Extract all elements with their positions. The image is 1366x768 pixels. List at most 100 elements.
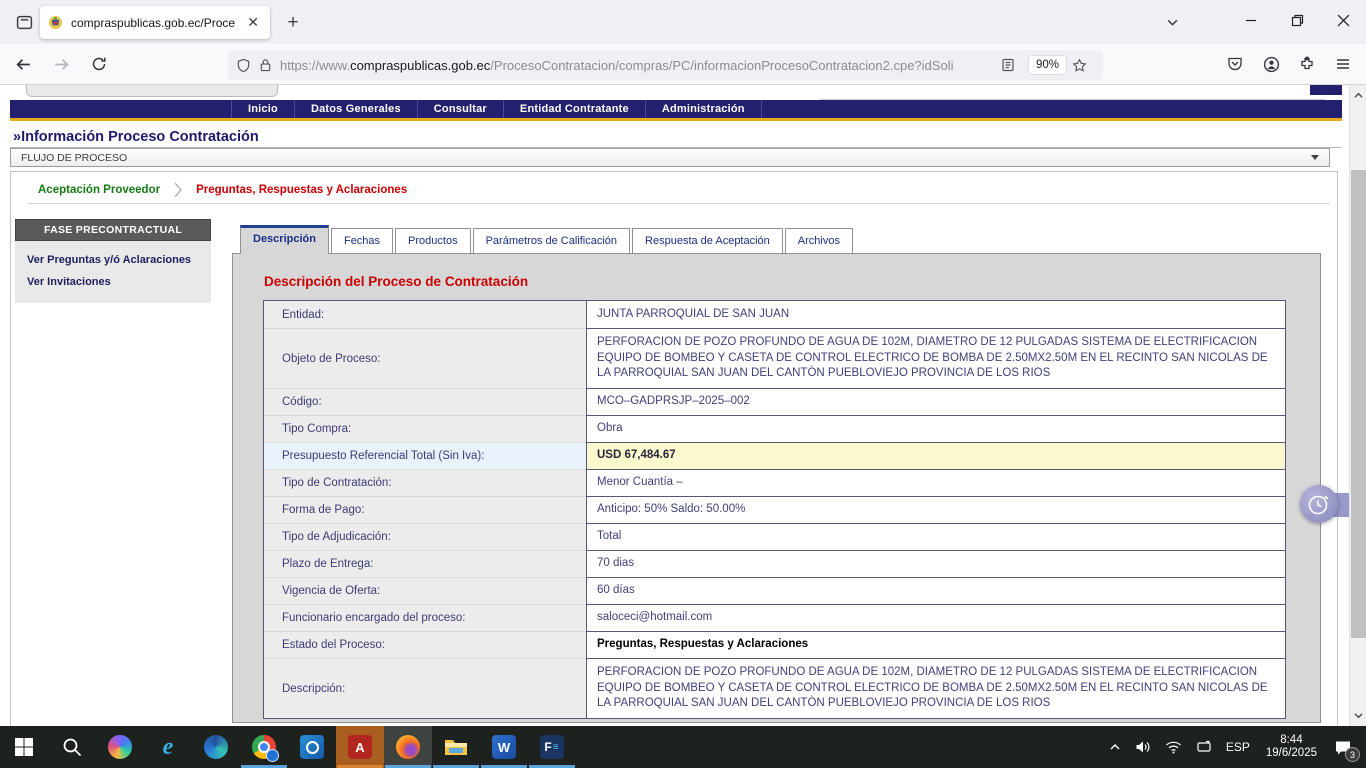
sidebar-item[interactable]: Ver Invitaciones — [15, 271, 211, 293]
browser-tabstrip: compraspublicas.gob.ec/Proce ✕ + — [0, 0, 1366, 44]
address-bar[interactable]: https://www.compraspublicas.gob.ec/Proce… — [228, 50, 1103, 80]
outlook-taskbar-icon[interactable] — [288, 726, 336, 768]
pocket-icon[interactable] — [1220, 49, 1250, 79]
volume-icon[interactable] — [1128, 726, 1158, 768]
site-nav-bar: InicioDatos GeneralesConsultarEntidad Co… — [10, 100, 1342, 121]
field-value: Menor Cuantía – — [586, 469, 1285, 496]
nav-item-entidad-contratante[interactable]: Entidad Contratante — [504, 100, 646, 118]
tab-respuesta-de-aceptación[interactable]: Respuesta de Aceptación — [632, 228, 783, 254]
field-value: JUNTA PARROQUIAL DE SAN JUAN — [586, 301, 1285, 328]
table-row: Descripción: PERFORACION DE POZO PROFUND… — [264, 658, 1285, 718]
breadcrumb-step-aceptacion[interactable]: Aceptación Proveedor — [38, 184, 160, 196]
tray-date: 19/6/2025 — [1266, 747, 1317, 760]
search-taskbar-icon[interactable] — [48, 726, 96, 768]
tab-fechas[interactable]: Fechas — [331, 228, 393, 254]
minimize-button[interactable] — [1228, 0, 1274, 40]
wifi-icon[interactable] — [1158, 726, 1189, 768]
tab-productos[interactable]: Productos — [395, 228, 471, 254]
windows-taskbar: e 👤 A WF≡ ESP 8:44 19/6/2025 3 — [0, 726, 1366, 768]
sidebar-item[interactable]: Ver Preguntas y/ó Aclaraciones — [15, 249, 211, 271]
lock-icon[interactable] — [259, 58, 272, 72]
menu-hamburger-icon[interactable] — [1328, 49, 1358, 79]
flujo-de-proceso-select[interactable]: FLUJO DE PROCESO — [10, 148, 1330, 167]
copilot-taskbar-icon[interactable] — [96, 726, 144, 768]
zoom-level-chip[interactable]: 90% — [1029, 56, 1066, 74]
table-row: Forma de Pago: Anticipo: 50% Saldo: 50.0… — [264, 496, 1285, 523]
tab-archivos[interactable]: Archivos — [785, 228, 853, 254]
tray-clock[interactable]: 8:44 19/6/2025 — [1257, 726, 1326, 768]
table-row: Presupuesto Referencial Total (Sin Iva):… — [264, 442, 1285, 469]
window-controls — [1228, 0, 1366, 40]
restore-button[interactable] — [1274, 0, 1320, 40]
firefox-taskbar-icon[interactable] — [384, 726, 432, 768]
internet-explorer-taskbar-icon[interactable]: e — [144, 726, 192, 768]
field-label: Plazo de Entrega: — [264, 550, 586, 577]
bookmark-star-icon[interactable] — [1072, 58, 1087, 73]
browser-toolbar: https://www.compraspublicas.gob.ec/Proce… — [0, 44, 1366, 85]
flujo-select-value: FLUJO DE PROCESO — [21, 152, 127, 164]
chrome-taskbar-icon[interactable]: 👤 — [240, 726, 288, 768]
clock-flame-icon[interactable] — [1300, 485, 1338, 523]
field-label: Código: — [264, 388, 586, 415]
table-row: Tipo Compra: Obra — [264, 415, 1285, 442]
breadcrumb-chevron-icon — [172, 182, 184, 198]
firefox-view-icon[interactable] — [9, 7, 39, 37]
acrobat-taskbar-icon[interactable]: A — [336, 726, 384, 768]
tab-close-icon[interactable]: ✕ — [244, 14, 262, 31]
reader-mode-icon[interactable] — [1001, 58, 1015, 72]
cast-display-icon[interactable] — [1189, 726, 1219, 768]
f-app-taskbar-icon[interactable]: F≡ — [528, 726, 576, 768]
tab-descripción[interactable]: Descripción — [240, 225, 329, 254]
table-row: Plazo de Entrega: 70 dias — [264, 550, 1285, 577]
table-row: Estado del Proceso: Preguntas, Respuesta… — [264, 631, 1285, 658]
breadcrumb: Aceptación Proveedor Preguntas, Respuest… — [38, 179, 407, 201]
field-value: Preguntas, Respuestas y Aclaraciones — [586, 631, 1285, 658]
nav-item-consultar[interactable]: Consultar — [418, 100, 504, 118]
field-label: Tipo de Adjudicación: — [264, 523, 586, 550]
scroll-down-icon[interactable] — [1350, 707, 1366, 724]
account-icon[interactable] — [1256, 49, 1286, 79]
reload-icon[interactable] — [84, 49, 114, 79]
scroll-up-icon[interactable] — [1350, 87, 1366, 104]
browser-tab[interactable]: compraspublicas.gob.ec/Proce ✕ — [40, 6, 270, 39]
scrollbar-thumb[interactable] — [1351, 170, 1366, 638]
system-tray: ESP 8:44 19/6/2025 3 — [1102, 726, 1366, 768]
table-row: Tipo de Contratación: Menor Cuantía – — [264, 469, 1285, 496]
table-row: Entidad: JUNTA PARROQUIAL DE SAN JUAN — [264, 301, 1285, 328]
back-icon[interactable] — [8, 49, 38, 79]
tray-chevron-up-icon[interactable] — [1102, 726, 1128, 768]
field-label: Estado del Proceso: — [264, 631, 586, 658]
field-value: USD 67,484.67 — [586, 442, 1285, 469]
tab-parámetros-de-calificación[interactable]: Parámetros de Calificación — [473, 228, 630, 254]
list-all-tabs-icon[interactable] — [1158, 8, 1186, 36]
new-tab-button[interactable]: + — [280, 10, 306, 36]
nav-spacer — [10, 100, 232, 118]
site-favicon — [48, 15, 63, 30]
forward-icon[interactable] — [46, 49, 76, 79]
file-explorer-taskbar-icon[interactable] — [432, 726, 480, 768]
edge-taskbar-icon[interactable] — [192, 726, 240, 768]
field-value: Obra — [586, 415, 1285, 442]
breadcrumb-step-preguntas: Preguntas, Respuestas y Aclaraciones — [196, 184, 407, 196]
field-label: Tipo Compra: — [264, 415, 586, 442]
section-title: Descripción del Proceso de Contratación — [264, 274, 528, 289]
language-indicator[interactable]: ESP — [1219, 726, 1257, 768]
page-scrollbar[interactable] — [1349, 85, 1366, 726]
close-window-button[interactable] — [1320, 0, 1366, 40]
tab-content-panel: Descripción del Proceso de Contratación … — [232, 253, 1321, 723]
start-taskbar-icon[interactable] — [0, 726, 48, 768]
timer-extension-widget[interactable] — [1300, 485, 1349, 525]
notification-center-icon[interactable]: 3 — [1326, 726, 1366, 768]
page-title: »Información Proceso Contratación — [13, 129, 259, 145]
field-value: Total — [586, 523, 1285, 550]
tracking-shield-icon[interactable] — [236, 58, 251, 73]
nav-item-inicio[interactable]: Inicio — [232, 100, 295, 118]
url-text: https://www.compraspublicas.gob.ec/Proce… — [280, 58, 1001, 73]
tray-time: 8:44 — [1266, 734, 1317, 747]
field-label: Objeto de Proceso: — [264, 328, 586, 388]
nav-item-datos-generales[interactable]: Datos Generales — [295, 100, 418, 118]
word-taskbar-icon[interactable]: W — [480, 726, 528, 768]
extensions-puzzle-icon[interactable] — [1292, 49, 1322, 79]
field-label: Entidad: — [264, 301, 586, 328]
nav-item-administración[interactable]: Administración — [646, 100, 762, 118]
